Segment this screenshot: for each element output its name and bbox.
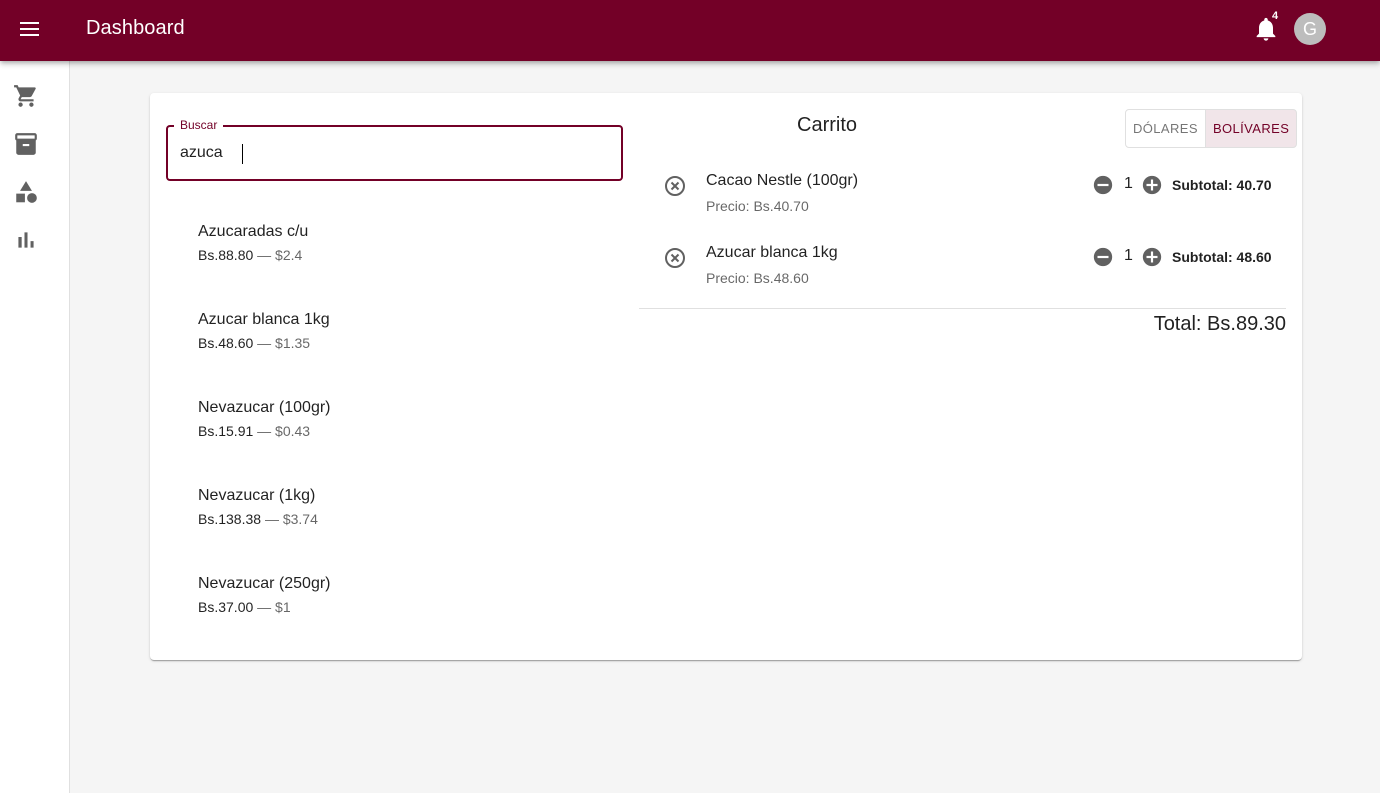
sidebar-item-inventory[interactable]	[12, 130, 40, 158]
list-item[interactable]: Azucaradas c/u Bs.88.80 — $2.4	[198, 223, 308, 263]
cart-item-quantity: 1	[1124, 247, 1133, 264]
cart-title: Carrito	[797, 114, 858, 136]
cart-item-price: Precio: Bs.48.60	[706, 270, 809, 286]
product-price-usd: — $0.43	[253, 423, 311, 439]
page-title: Dashboard	[86, 17, 185, 39]
plus-circle-icon[interactable]	[1141, 174, 1163, 196]
product-name: Nevazucar (250gr)	[198, 575, 331, 592]
product-price-usd: — $2.4	[253, 247, 303, 263]
cart-item-name: Azucar blanca 1kg	[706, 244, 838, 261]
cart-item-subtotal: Subtotal: 40.70	[1172, 177, 1272, 193]
product-price-usd: — $1	[253, 599, 291, 615]
archive-icon	[15, 133, 37, 155]
cart-item-quantity: 1	[1124, 175, 1133, 192]
list-item[interactable]: Nevazucar (100gr) Bs.15.91 — $0.43	[198, 399, 331, 439]
list-item[interactable]: Nevazucar (250gr) Bs.37.00 — $1	[198, 575, 331, 615]
minus-circle-icon[interactable]	[1092, 246, 1114, 268]
product-name: Nevazucar (1kg)	[198, 487, 316, 504]
cart-item-subtotal: Subtotal: 48.60	[1172, 249, 1272, 265]
sidebar-item-cart[interactable]	[12, 82, 40, 110]
product-name: Azucar blanca 1kg	[198, 311, 330, 328]
sidebar-item-reports[interactable]	[12, 226, 40, 254]
menu-icon	[20, 22, 39, 36]
app-bar: Dashboard 4 G	[0, 0, 1380, 61]
bar-chart-icon	[18, 232, 34, 248]
remove-item-icon[interactable]	[663, 246, 687, 270]
sidebar-item-categories[interactable]	[12, 178, 40, 206]
product-price-bs: Bs.88.80	[198, 247, 254, 263]
minus-circle-icon[interactable]	[1092, 174, 1114, 196]
product-price-bs: Bs.37.00	[198, 599, 254, 615]
plus-circle-icon[interactable]	[1141, 246, 1163, 268]
list-item[interactable]: Azucar blanca 1kg Bs.48.60 — $1.35	[198, 311, 330, 351]
cart-divider	[639, 308, 1286, 309]
pos-card: Buscar Azucaradas c/u Bs.88.80 — $2.4 Az…	[150, 93, 1302, 660]
remove-item-icon[interactable]	[663, 174, 687, 198]
currency-toggle: DÓLARES BOLÍVARES	[1125, 109, 1298, 148]
product-price-bs: Bs.48.60	[198, 335, 254, 351]
product-price-bs: Bs.15.91	[198, 423, 254, 439]
product-price-usd: — $1.35	[253, 335, 311, 351]
shapes-icon	[16, 181, 37, 203]
notification-badge: 4	[1272, 10, 1279, 22]
cart-item-name: Cacao Nestle (100gr)	[706, 172, 859, 189]
shopping-cart-icon	[14, 85, 36, 107]
cart-item: Cacao Nestle (100gr) Precio: Bs.40.70 1 …	[639, 172, 1286, 232]
currency-bs-button[interactable]: BOLÍVARES	[1204, 110, 1297, 147]
avatar[interactable]: G	[1294, 13, 1326, 45]
text-caret	[242, 144, 243, 164]
cart-item: Azucar blanca 1kg Precio: Bs.48.60 1 Sub…	[639, 244, 1286, 304]
product-name: Nevazucar (100gr)	[198, 399, 331, 416]
menu-button[interactable]	[10, 9, 50, 49]
currency-usd-button[interactable]: DÓLARES	[1126, 110, 1205, 147]
list-item[interactable]: Nevazucar (1kg) Bs.138.38 — $3.74	[198, 487, 318, 527]
sidebar	[0, 61, 70, 793]
product-name: Azucaradas c/u	[198, 223, 309, 240]
product-price-bs: Bs.138.38	[198, 511, 262, 527]
search-field[interactable]	[166, 125, 623, 181]
product-price-usd: — $3.74	[261, 511, 318, 527]
search-input[interactable]	[180, 141, 600, 165]
search-label: Buscar	[174, 118, 224, 132]
cart-item-price: Precio: Bs.40.70	[706, 198, 809, 214]
cart-total: Total: Bs.89.30	[1153, 313, 1286, 335]
